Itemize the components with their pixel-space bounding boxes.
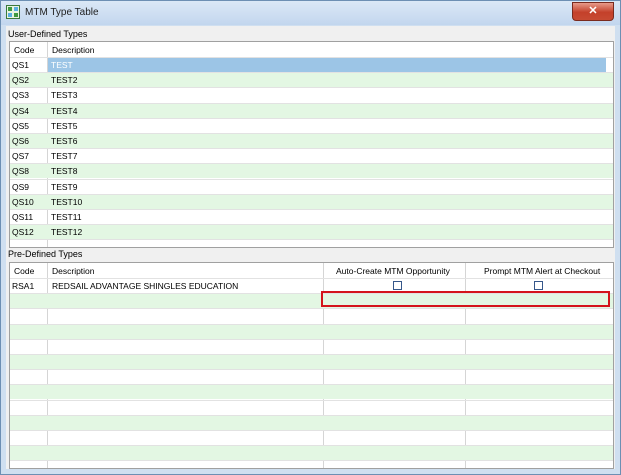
user-defined-types-label: User-Defined Types [8,29,88,39]
table-row[interactable]: QS11 TEST11 [10,209,613,224]
table-row[interactable] [10,369,613,384]
row-description: TEST9 [51,181,78,192]
column-header-prompt-alert[interactable]: Prompt MTM Alert at Checkout [484,266,600,276]
row-code: QS7 [12,151,30,162]
table-row[interactable]: QS4 TEST4 [10,102,613,118]
column-header-description[interactable]: Description [52,266,95,276]
row-code: QS4 [12,105,30,116]
row-description: TEST10 [51,196,83,207]
row-code: RSA1 [12,281,35,291]
row-description: TEST6 [51,136,78,146]
close-button[interactable]: ✕ [572,2,614,21]
row-code: QS11 [12,212,34,222]
close-icon: ✕ [588,5,598,17]
table-row[interactable]: QS9 TEST9 [10,178,613,194]
row-description: TEST2 [51,75,78,86]
prompt-mtm-alert-checkbox[interactable] [534,281,543,290]
table-row[interactable] [10,460,613,468]
table-row[interactable]: QS7 TEST7 [10,148,613,163]
window-client-area: User-Defined Types Code Description QS1 T… [6,26,615,469]
user-grid-header: Code Description [10,42,613,58]
table-row[interactable] [10,399,613,415]
row-description: TEST4 [51,105,78,116]
table-row[interactable] [10,384,613,400]
row-description: TEST11 [51,212,82,222]
table-row[interactable]: QS8 TEST8 [10,163,613,179]
mtm-type-table-window: MTM Type Table ✕ User-Defined Types Code… [0,0,621,475]
column-header-code[interactable]: Code [14,45,34,55]
row-code: QS12 [12,227,34,238]
auto-create-mtm-checkbox[interactable] [393,281,402,290]
table-row[interactable]: QS5 TEST5 [10,117,613,133]
column-header-auto-create[interactable]: Auto-Create MTM Opportunity [336,266,450,276]
row-code: QS9 [12,181,30,192]
table-row[interactable]: QS3 TEST3 [10,87,613,102]
table-row[interactable]: QS12 TEST12 [10,224,613,240]
table-row[interactable] [10,239,613,247]
checkbox-highlight-box [321,291,610,307]
row-code: QS10 [12,196,34,207]
table-row[interactable] [10,430,613,445]
row-description: TEST7 [51,151,78,162]
pre-defined-types-label: Pre-Defined Types [8,249,83,259]
row-code: QS1 [12,60,30,70]
title-bar[interactable]: MTM Type Table ✕ [1,1,620,25]
row-description: TEST5 [51,120,78,131]
row-description: TEST [48,58,606,72]
row-description: TEST8 [51,166,78,177]
column-header-description[interactable]: Description [52,45,95,55]
table-row[interactable] [10,445,613,461]
row-code: QS6 [12,136,30,146]
row-code: QS5 [12,120,30,131]
row-code: QS8 [12,166,30,177]
pre-grid-header: Code Description Auto-Create MTM Opportu… [10,263,613,279]
table-row[interactable]: QS10 TEST10 [10,193,613,209]
table-row[interactable] [10,338,613,354]
app-grid-icon [6,5,20,19]
table-row[interactable]: QS6 TEST6 [10,133,613,148]
row-code: QS3 [12,90,30,101]
table-row[interactable]: QS2 TEST2 [10,72,613,88]
user-defined-types-grid[interactable]: Code Description QS1 TEST QS2 TEST2 QS3 TEST3… [9,41,614,248]
table-row[interactable] [10,354,613,369]
table-row[interactable] [10,308,613,323]
row-description: REDSAIL ADVANTAGE SHINGLES EDUCATION [52,281,239,291]
table-row[interactable] [10,323,613,339]
table-row[interactable]: QS1 TEST [10,57,613,72]
table-row[interactable] [10,414,613,430]
row-description: TEST12 [51,227,83,238]
row-description: TEST3 [51,90,78,101]
row-code: QS2 [12,75,30,86]
window-title: MTM Type Table [25,7,99,18]
column-header-code[interactable]: Code [14,266,34,276]
